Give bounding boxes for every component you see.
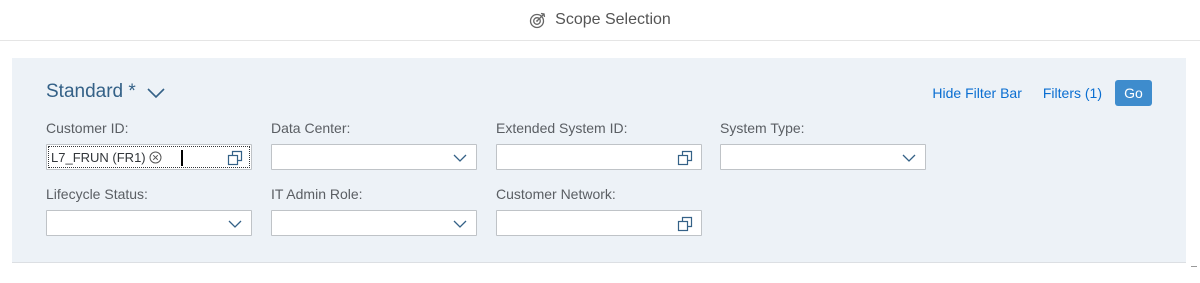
- shell-header: Scope Selection: [0, 0, 1200, 41]
- extended-system-id-input[interactable]: [496, 144, 702, 170]
- value-help-icon[interactable]: [677, 150, 693, 166]
- token-remove-icon[interactable]: [149, 151, 162, 164]
- hide-filter-bar-button[interactable]: Hide Filter Bar: [932, 85, 1021, 101]
- header-title-wrap: Scope Selection: [529, 11, 671, 29]
- text-cursor: [181, 150, 183, 166]
- target-icon: [529, 11, 547, 29]
- customer-id-input[interactable]: L7_FRUN (FR1): [46, 144, 252, 170]
- field-customer-id: Customer ID: L7_FRUN (FR1): [46, 120, 252, 170]
- chevron-down-icon[interactable]: [901, 150, 917, 166]
- value-help-icon[interactable]: [677, 216, 693, 232]
- chevron-down-icon[interactable]: [452, 150, 468, 166]
- value-help-icon[interactable]: [227, 150, 243, 166]
- extended-system-id-label: Extended System ID:: [496, 120, 628, 136]
- customer-id-label: Customer ID:: [46, 120, 129, 136]
- chevron-down-icon[interactable]: [227, 216, 243, 232]
- page-title: Scope Selection: [555, 11, 671, 28]
- data-center-select[interactable]: [271, 144, 477, 170]
- chevron-down-icon: [142, 85, 166, 99]
- field-it-admin-role: IT Admin Role:: [271, 186, 477, 236]
- lifecycle-status-label: Lifecycle Status:: [46, 186, 148, 202]
- field-extended-system-id: Extended System ID:: [496, 120, 702, 170]
- field-lifecycle-status: Lifecycle Status:: [46, 186, 252, 236]
- field-system-type: System Type:: [720, 120, 926, 170]
- customer-id-token[interactable]: L7_FRUN (FR1): [51, 147, 162, 167]
- go-button[interactable]: Go: [1115, 80, 1152, 106]
- variant-selector[interactable]: Standard *: [46, 81, 166, 103]
- filter-bar: Standard * Hide Filter Bar Filters (1) G…: [12, 58, 1186, 263]
- system-type-label: System Type:: [720, 120, 805, 136]
- filters-button[interactable]: Filters (1): [1043, 85, 1102, 101]
- field-data-center: Data Center:: [271, 120, 477, 170]
- chevron-down-icon[interactable]: [452, 216, 468, 232]
- resize-handle[interactable]: [1191, 266, 1197, 267]
- customer-network-label: Customer Network:: [496, 186, 616, 202]
- field-customer-network: Customer Network:: [496, 186, 702, 236]
- lifecycle-status-select[interactable]: [46, 210, 252, 236]
- data-center-label: Data Center:: [271, 120, 351, 136]
- it-admin-role-select[interactable]: [271, 210, 477, 236]
- customer-network-input[interactable]: [496, 210, 702, 236]
- system-type-select[interactable]: [720, 144, 926, 170]
- token-text: L7_FRUN (FR1): [51, 149, 146, 165]
- variant-label: Standard *: [46, 81, 136, 102]
- it-admin-role-label: IT Admin Role:: [271, 186, 363, 202]
- filter-toolbar: Hide Filter Bar Filters (1) Go: [911, 80, 1152, 106]
